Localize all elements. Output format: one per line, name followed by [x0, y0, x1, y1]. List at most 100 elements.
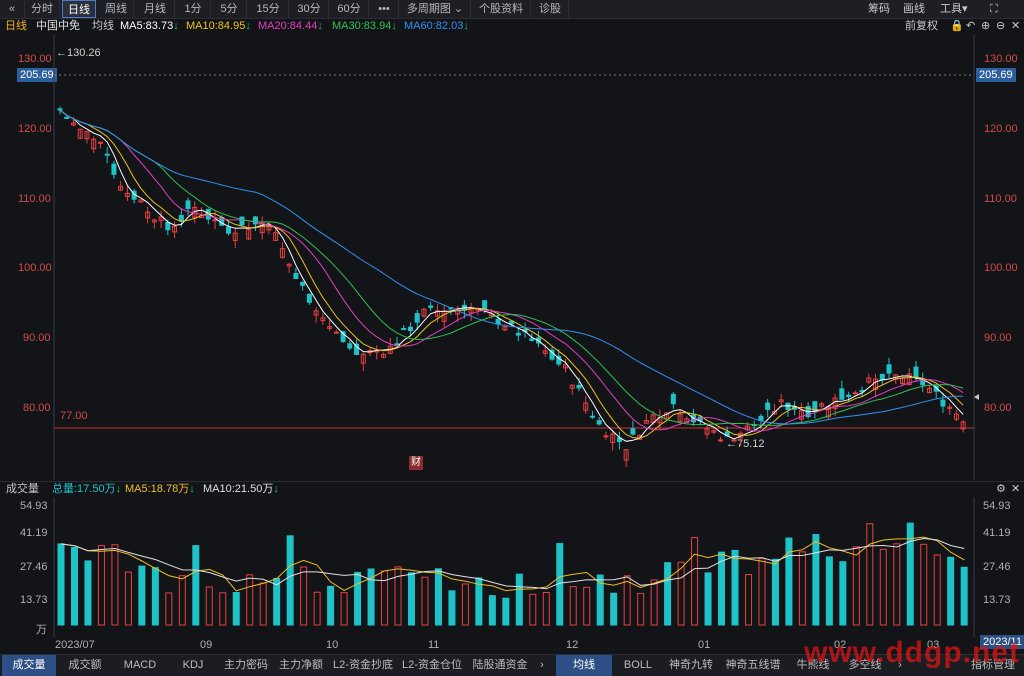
volume-bar	[542, 591, 550, 626]
candle-body	[239, 216, 245, 226]
volume-bar	[933, 554, 941, 626]
tab-ma[interactable]: 均线	[556, 655, 612, 676]
diagnose-button[interactable]: 诊股	[532, 0, 569, 18]
volume-bar	[893, 543, 901, 626]
stock-profile-button[interactable]: 个股资料	[472, 0, 531, 18]
volume-bar	[407, 572, 415, 626]
volume-bar	[246, 574, 254, 626]
zoom-in-icon[interactable]: ⊕	[981, 18, 990, 34]
volume-chart[interactable]	[0, 497, 1024, 637]
ma20-line	[59, 109, 964, 432]
tab-magic-nine[interactable]: 神奇九转	[664, 655, 718, 676]
collapse-button[interactable]: «	[0, 0, 25, 18]
tab-main-force-net[interactable]: 主力净额	[274, 655, 328, 676]
tab-main-force-code[interactable]: 主力密码	[220, 655, 272, 676]
zoom-out-icon[interactable]: ⊖	[996, 18, 1005, 34]
tab-daily[interactable]: 日线	[62, 0, 96, 18]
tab-weekly[interactable]: 周线	[99, 0, 134, 18]
tools-menu[interactable]: 工具▾	[940, 0, 968, 18]
draw-line-button[interactable]: 画线	[903, 0, 925, 18]
volume-bar	[205, 586, 213, 626]
volume-bar	[664, 562, 672, 626]
tab-30min[interactable]: 30分	[290, 0, 329, 18]
candle-body	[495, 318, 501, 325]
volume-bar	[273, 577, 281, 626]
candle-body	[394, 343, 400, 346]
tab-60min[interactable]: 60分	[330, 0, 369, 18]
tools-label: 工具	[940, 3, 962, 15]
ma30-value: MA30:83.94↓	[332, 20, 397, 32]
volume-bar	[583, 586, 591, 626]
tab-intraday[interactable]: 分时	[25, 0, 60, 18]
fullscreen-icon[interactable]: ⛶	[990, 0, 998, 18]
volume-bar	[731, 549, 739, 626]
close-icon[interactable]: ✕	[1011, 482, 1020, 497]
tab-15min[interactable]: 15分	[248, 0, 289, 18]
tab-northbound[interactable]: 陆股通资金	[468, 655, 532, 676]
volume-title: 成交量	[6, 483, 39, 495]
tab-boll[interactable]: BOLL	[614, 655, 662, 676]
volume-bar	[677, 561, 685, 626]
date-label: 12	[566, 639, 579, 651]
undo-icon[interactable]: ↶	[966, 18, 975, 34]
tab-l2-position[interactable]: L2-资金仓位	[398, 655, 466, 676]
close-icon[interactable]: ✕	[1011, 18, 1020, 34]
volume-bar	[178, 575, 186, 626]
chevron-right-icon[interactable]: ›	[534, 655, 550, 676]
ma-label[interactable]: 均线	[92, 18, 114, 34]
volume-bar	[461, 583, 469, 626]
chips-button[interactable]: 筹码	[868, 0, 890, 18]
volume-ma5: MA5:18.78万↓	[125, 483, 195, 495]
tab-magic-five[interactable]: 神奇五线谱	[720, 655, 786, 676]
ma30-line	[59, 109, 964, 427]
ma10-line	[59, 109, 964, 439]
tab-macd[interactable]: MACD	[114, 655, 166, 676]
tab-1min[interactable]: 1分	[176, 0, 211, 18]
settings-icon[interactable]: ⚙	[996, 482, 1006, 497]
volume-bar	[313, 591, 321, 626]
volume-bar	[434, 568, 442, 626]
tab-monthly[interactable]: 月线	[136, 0, 175, 18]
adjust-button[interactable]: 前复权	[905, 18, 938, 34]
tab-volume[interactable]: 成交量	[2, 655, 56, 676]
volume-bar	[637, 592, 645, 626]
last-price-pointer	[974, 394, 979, 400]
volume-bar	[610, 592, 618, 626]
volume-bar	[879, 548, 887, 626]
lock-icon[interactable]: 🔒	[950, 18, 964, 34]
candle-body	[879, 373, 885, 381]
candle-body	[333, 331, 339, 334]
candle-body	[630, 428, 636, 435]
volume-bar	[327, 585, 335, 626]
candle-body	[846, 394, 852, 398]
candle-body	[300, 281, 306, 286]
volume-header: 成交量 总量:17.50万↓ MA5:18.78万↓ MA10:21.50万↓ …	[0, 481, 1024, 497]
candle-body	[104, 153, 110, 156]
volume-bar	[138, 565, 146, 626]
volume-bar	[219, 592, 227, 626]
date-label: 11	[428, 639, 440, 651]
volume-bar	[960, 566, 968, 626]
volume-bar	[947, 556, 955, 626]
candle-body	[306, 293, 312, 303]
volume-bar	[704, 572, 712, 626]
tab-kdj[interactable]: KDJ	[168, 655, 218, 676]
volume-bar	[812, 534, 820, 626]
candle-body	[293, 273, 299, 280]
chevron-down-icon: ⌄	[453, 3, 464, 15]
volume-bar	[97, 545, 105, 626]
tab-l2-bottom[interactable]: L2-资金抄底	[330, 655, 396, 676]
volume-bar	[421, 576, 429, 626]
candle-body	[920, 379, 926, 386]
more-button[interactable]: •••	[370, 0, 399, 18]
candle-body	[414, 313, 420, 323]
volume-bar	[354, 571, 362, 626]
volume-bar	[448, 590, 456, 626]
candlestick-chart[interactable]	[0, 34, 1024, 480]
tab-turnover[interactable]: 成交额	[58, 655, 112, 676]
candle-body	[839, 388, 845, 400]
candle-body	[178, 214, 184, 222]
tab-5min[interactable]: 5分	[212, 0, 247, 18]
multi-period-dropdown[interactable]: 多周期图 ⌄	[400, 0, 471, 18]
volume-bar	[515, 573, 523, 626]
